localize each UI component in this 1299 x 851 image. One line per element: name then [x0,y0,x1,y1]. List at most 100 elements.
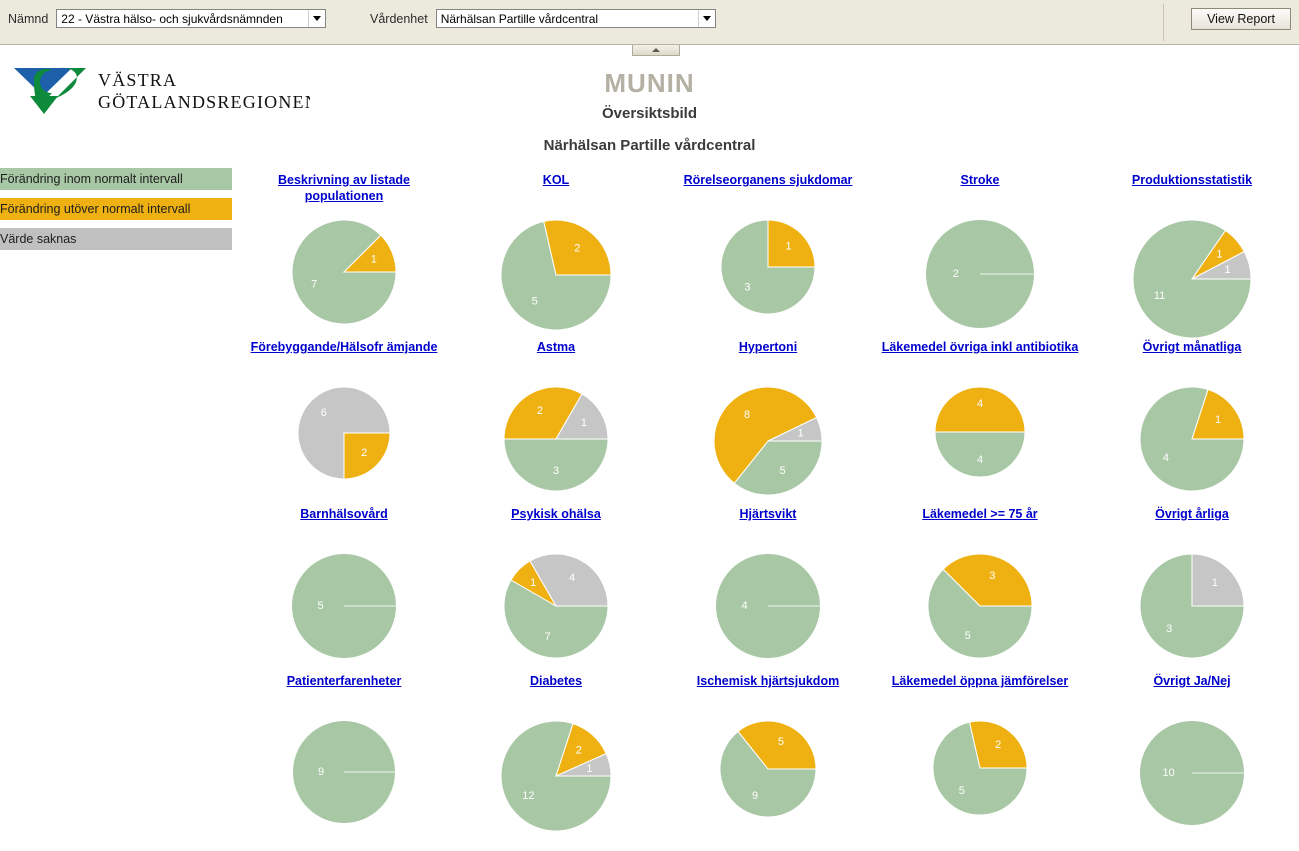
pie-slice-value: 3 [744,282,750,294]
chart-link-15[interactable]: Patienterfarenheter [238,673,450,689]
chart-cell: Övrigt Ja/Nej 10 [1086,673,1298,840]
pie-chart: 44 [874,385,1086,500]
chart-link-17[interactable]: Ischemisk hjärtsjukdom [662,673,874,689]
pie-slice [1191,553,1245,607]
legend-item-label: Värde saknas [0,232,77,246]
chart-link-11[interactable]: Psykisk ohälsa [450,506,662,522]
pie-slice-value: 7 [545,631,551,643]
pie-slice-value: 1 [1212,577,1218,589]
pie-svg: 9 [293,721,395,823]
chart-link-8[interactable]: Läkemedel övriga inkl antibiotika [874,339,1086,355]
chart-link-13[interactable]: Läkemedel >= 75 år [874,506,1086,522]
chevron-up-icon [652,48,660,52]
namnd-select-value: 22 - Västra hälso- och sjukvårdsnämnden [61,11,283,26]
pie-slice-value: 2 [574,242,580,254]
chart-cell: Ischemisk hjärtsjukdom 9 5 [662,673,874,840]
chart-link-4[interactable]: Produktionsstatistik [1086,172,1298,188]
chart-link-16[interactable]: Diabetes [450,673,662,689]
pie-svg: 7 1 4 [503,553,609,659]
chart-link-6[interactable]: Astma [450,339,662,355]
chart-link-7[interactable]: Hypertoni [662,339,874,355]
chart-cell: Läkemedel övriga inkl antibiotika 4 4 [874,339,1086,506]
chart-link-18[interactable]: Läkemedel öppna jämförelser [874,673,1086,689]
namnd-label: Nämnd [8,11,49,26]
pie-slice-value: 5 [959,785,965,797]
chart-cell: Patienterfarenheter 9 [238,673,450,840]
pie-chart: 52 [874,719,1086,834]
pie-slice-value: 4 [977,398,983,410]
legend-item-0: Förändring inom normalt intervall [0,168,232,190]
chart-cell: Psykisk ohälsa 7 1 4 [450,506,662,673]
chart-link-12[interactable]: Hjärtsvikt [662,506,874,522]
chart-link-9[interactable]: Övrigt månatliga [1086,339,1298,355]
chart-cell: Övrigt årliga 3 1 [1086,506,1298,673]
namnd-select[interactable]: 22 - Västra hälso- och sjukvårdsnämnden [56,9,327,28]
pie-chart: 7 1 4 [450,552,662,667]
pie-svg: 95 [719,720,817,818]
chart-link-19[interactable]: Övrigt Ja/Nej [1086,673,1298,689]
pie-slice-value: 5 [318,600,324,612]
namnd-parameter-group: Nämnd 22 - Västra hälso- och sjukvårdsnä… [8,9,327,28]
pie-slice-value: 9 [318,766,324,778]
pie-svg: 10 [1140,721,1244,825]
chevron-down-icon[interactable] [308,10,326,27]
pie-slice-value: 4 [1163,452,1169,464]
chart-row: Barnhälsovård 5 Psykisk ohälsa 7 1 4 Hjärtsvik… [238,506,1299,673]
pie-slice-value: 3 [989,570,995,582]
page-title: Översiktsbild [601,105,698,122]
view-report-button[interactable]: View Report [1191,8,1291,30]
chart-link-0[interactable]: Beskrivning av listade populationen [238,172,450,204]
pie-slice-value: 1 [371,254,377,266]
chart-cell: Diabetes 12 2 1 [450,673,662,840]
pie-chart: 3 2 1 [450,385,662,500]
pie-svg: 2 [926,220,1034,328]
pie-slice-value: 2 [361,447,367,459]
chart-link-3[interactable]: Stroke [874,172,1086,188]
chart-cell: Övrigt månatliga 4 1 [1086,339,1298,506]
chart-cell: Hypertoni 5 8 1 [662,339,874,506]
chart-cell: Astma 3 2 1 [450,339,662,506]
chart-row: Förebyggande/Hälsofr ämjande 2 6 Astma 3 2 1 Hy… [238,339,1299,506]
chart-link-14[interactable]: Övrigt årliga [1086,506,1298,522]
chart-link-5[interactable]: Förebyggande/Hälsofr ämjande [238,339,450,355]
pie-slice-value: 5 [532,296,538,308]
pie-svg: 71 [291,219,397,325]
chart-row: Beskrivning av listade populationen 7 1 KOL… [238,172,1299,339]
legend-item-label: Förändring inom normalt intervall [0,172,183,186]
pie-slice-value: 1 [1224,264,1230,276]
pie-slice-value: 1 [530,577,536,589]
vardenhet-label: Vårdenhet [370,11,428,26]
pie-slice-value: 4 [569,572,575,584]
legend-item-label: Förändring utöver normalt intervall [0,202,191,216]
pie-slice-value: 11 [1154,290,1165,302]
pie-slice-value: 12 [522,790,534,802]
pie-slice-value: 2 [995,739,1001,751]
legend-item-1: Förändring utöver normalt intervall [0,198,232,220]
pie-svg: 5 8 1 [713,386,823,496]
chart-link-1[interactable]: KOL [450,172,662,188]
pie-chart: 5 [238,552,450,667]
legend: Förändring inom normalt intervall Förändr… [0,168,232,258]
chart-link-2[interactable]: Rörelseorganens sjukdomar [662,172,874,188]
pie-chart: 95 [662,719,874,834]
pie-svg: 31 [720,219,816,315]
pie-chart: 31 [1086,552,1298,667]
pie-slice-value: 6 [321,407,327,419]
pie-slice-value: 2 [576,745,582,757]
pie-svg: 31 [1139,553,1245,659]
collapse-parameters-handle[interactable] [632,45,680,56]
chart-cell: Stroke 2 [874,172,1086,339]
pie-slice-value: 4 [977,454,983,466]
pie-svg: 52 [500,219,612,331]
pie-svg: 1111 [1132,219,1252,339]
pie-slice-value: 9 [752,790,758,802]
chevron-down-icon[interactable] [697,10,715,27]
vardenhet-parameter-group: Vårdenhet Närhälsan Partille vårdcentral [370,9,716,28]
pie-chart: 9 [238,719,450,834]
pie-slice-value: 8 [744,409,750,421]
vardenhet-select[interactable]: Närhälsan Partille vårdcentral [435,9,716,28]
chart-link-10[interactable]: Barnhälsovård [238,506,450,522]
pie-chart: 52 [450,218,662,333]
pie-slice-value: 3 [1166,623,1172,635]
pie-svg: 52 [932,720,1028,816]
